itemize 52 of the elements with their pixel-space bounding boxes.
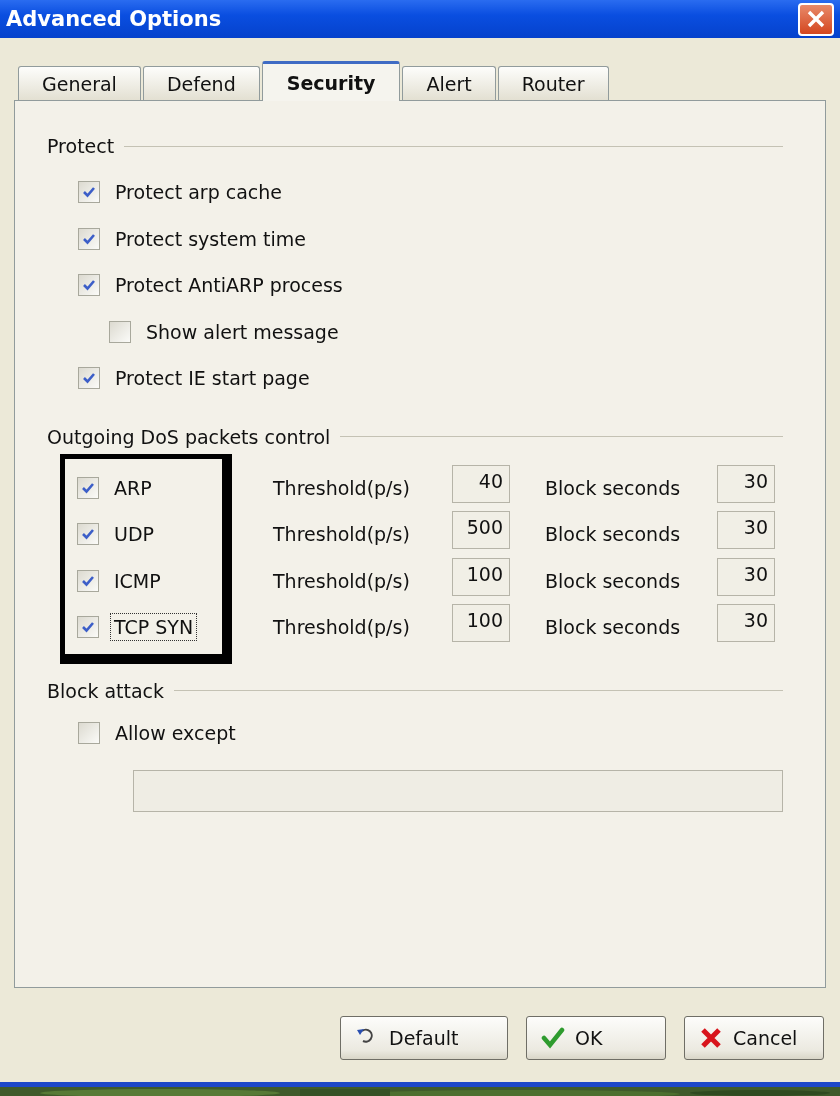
checkbox[interactable] [78,721,100,744]
field-label: Threshold(p/s) [273,476,411,499]
threshold-field[interactable]: 500 [452,511,510,550]
field-label: Block seconds [545,569,682,592]
checkbox-label[interactable]: Protect AntiARP process [111,271,347,300]
cancel-button[interactable]: Cancel [684,1016,824,1060]
block-seconds-field[interactable]: 30 [717,464,775,503]
checkbox[interactable] [77,569,99,592]
group-title: Block attack [47,679,165,702]
field-label: Threshold(p/s) [273,569,411,592]
block-seconds-field[interactable]: 30 [717,557,775,596]
tab[interactable]: Router [497,66,609,100]
close-icon [805,8,827,30]
checkbox[interactable] [78,181,100,204]
checkbox-label[interactable]: Protect IE start page [111,364,314,393]
field-label: Block seconds [545,476,682,499]
checkbox[interactable] [78,274,100,297]
tab[interactable]: Alert [402,66,496,100]
window-title: Advanced Options [6,7,222,31]
threshold-field[interactable]: 100 [452,604,510,643]
checkbox-label[interactable]: UDP [110,520,158,549]
group-title: Protect [47,135,115,157]
checkbox[interactable] [77,523,99,546]
default-button[interactable]: Default [340,1016,508,1060]
checkbox-label[interactable]: Allow except [111,718,240,747]
tab[interactable]: Security [261,61,401,101]
tab[interactable]: Defend [142,66,260,100]
block-seconds-field[interactable]: 30 [717,604,775,643]
group-title: Outgoing DoS packets control [47,425,331,448]
threshold-field[interactable]: 100 [452,557,510,596]
close-button[interactable] [798,2,834,36]
checkbox-label[interactable]: ICMP [110,566,165,595]
checkbox-label[interactable]: Protect arp cache [111,178,287,207]
x-icon [699,1026,723,1050]
checkbox[interactable] [78,227,100,250]
checkbox[interactable] [77,616,99,639]
checkbox[interactable] [78,367,100,390]
checkbox-label[interactable]: TCP SYN [110,613,198,642]
field-label: Threshold(p/s) [273,616,411,639]
field-label: Block seconds [545,523,682,546]
checkbox-label[interactable]: Protect system time [111,224,310,253]
checkbox-label[interactable]: ARP [110,473,156,502]
ok-button[interactable]: OK [526,1016,666,1060]
checkbox[interactable] [109,320,131,343]
checkbox[interactable] [77,476,99,499]
tab[interactable]: General [18,66,141,100]
checkbox-label[interactable]: Show alert message [142,317,343,346]
check-icon [541,1026,565,1050]
block-seconds-field[interactable]: 30 [717,511,775,550]
threshold-field[interactable]: 40 [452,464,510,503]
field-label: Block seconds [545,616,682,639]
field-label: Threshold(p/s) [273,523,411,546]
